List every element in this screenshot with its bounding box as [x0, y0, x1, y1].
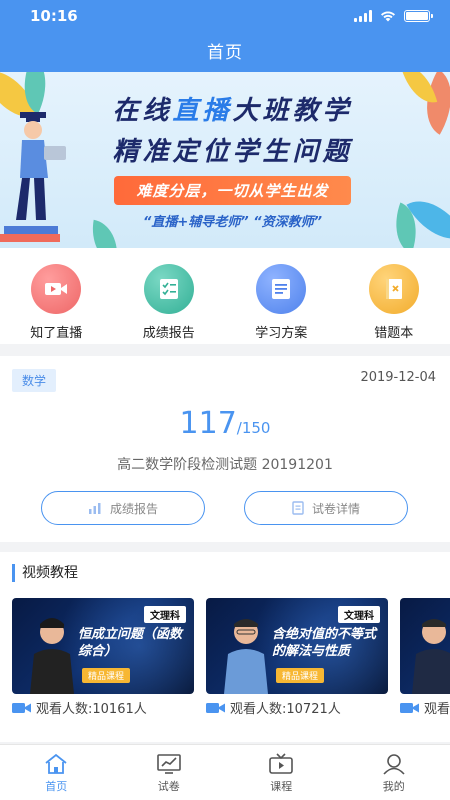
exam-detail-label: 试卷详情 [311, 501, 360, 516]
video-card[interactable]: 文理科 恒成立问题（函数综合） 精品课程 观看人数:10161人 [12, 598, 194, 717]
chart-icon [156, 754, 181, 774]
tab-courses[interactable]: 课程 [225, 745, 338, 800]
video-title: 恒成立问题（函数综合） [78, 627, 183, 659]
section-title: 视频教程 [12, 564, 78, 582]
bottom-tab-bar: 首页 试卷 课程 我的 [0, 744, 450, 800]
video-card[interactable]: 文理科 含绝对值的不等式的解法与性质 精品课程 观看人数:10721人 [206, 598, 388, 717]
top-bar: 10:16 首页 [0, 0, 450, 72]
video-views-text: 观看 [423, 702, 450, 717]
banner-pill: 难度分层，一切从学生出发 [114, 176, 351, 205]
tab-profile[interactable]: 我的 [338, 745, 450, 800]
video-thumbnail [400, 598, 450, 694]
score-report-label: 成绩报告 [109, 501, 158, 516]
video-card[interactable]: 观看 [400, 598, 450, 717]
tab-label: 课程 [270, 780, 293, 793]
error-book-icon [368, 264, 419, 314]
score-total: /150 [236, 419, 271, 437]
subject-tag: 数学 [12, 369, 57, 392]
bar-chart-icon [88, 503, 101, 514]
status-icons [354, 10, 433, 22]
quick-link-label: 学习方案 [255, 326, 308, 341]
quick-link-error-book[interactable]: 错题本 [338, 248, 450, 344]
page-title: 首页 [207, 43, 243, 63]
video-thumbnail: 文理科 恒成立问题（函数综合） 精品课程 [12, 598, 194, 694]
exam-name: 高二数学阶段检测试题 20191201 [117, 457, 333, 473]
video-views: 观看 [400, 698, 450, 717]
battery-icon [404, 10, 433, 22]
video-tutorials-section: 视频教程 文理科 恒成立问题（函数综合） 精品课程 观看人数:10161人 文理… [0, 552, 450, 742]
user-icon [383, 754, 405, 775]
promo-banner[interactable]: 在线直播大班教学 精准定位学生问题 难度分层，一切从学生出发 “直播+辅导老师”… [0, 72, 450, 248]
status-bar: 10:16 [0, 7, 450, 27]
tv-icon [269, 753, 294, 774]
document-icon [256, 264, 307, 314]
video-views-text: 观看人数:10161人 [36, 702, 147, 717]
score-card[interactable]: 数学 2019-12-04 117/150 高二数学阶段检测试题 2019120… [0, 356, 450, 542]
status-time: 10:16 [30, 7, 78, 25]
banner-tagline: “直播+辅导老师” “资深教师” [143, 215, 322, 230]
video-views: 观看人数:10721人 [206, 698, 388, 717]
video-camera-icon [31, 264, 82, 314]
quick-links: 知了直播 成绩报告 学习方案 错题本 [0, 248, 450, 344]
checklist-icon [143, 264, 194, 314]
quick-link-score-report[interactable]: 成绩报告 [113, 248, 226, 344]
tab-label: 试卷 [157, 780, 180, 793]
banner-text: 在线直播大班教学 精准定位学生问题 难度分层，一切从学生出发 “直播+辅导老师”… [80, 90, 385, 230]
student-illustration [0, 112, 66, 242]
tab-exams[interactable]: 试卷 [113, 745, 226, 800]
score-display: 117/150 [0, 406, 450, 441]
wifi-icon [381, 11, 395, 22]
video-title: 含绝对值的不等式的解法与性质 [272, 627, 377, 659]
video-views-text: 观看人数:10721人 [230, 702, 341, 717]
tab-label: 我的 [382, 780, 405, 793]
score-value: 117 [179, 406, 237, 441]
video-tag: 文理科 [144, 606, 186, 623]
teacher-image [412, 619, 450, 694]
video-camera-icon [206, 702, 225, 713]
video-tag: 文理科 [338, 606, 380, 623]
quick-link-label: 错题本 [374, 326, 414, 341]
document-icon [292, 501, 304, 515]
quick-link-label: 成绩报告 [142, 326, 195, 341]
exam-date: 2019-12-04 [360, 370, 436, 385]
video-camera-icon [12, 702, 31, 713]
score-report-button[interactable]: 成绩报告 [41, 491, 205, 525]
teacher-image [30, 618, 74, 694]
tab-home[interactable]: 首页 [0, 745, 113, 800]
quick-link-study-plan[interactable]: 学习方案 [225, 248, 338, 344]
quick-link-label: 知了直播 [30, 326, 83, 341]
signal-icon [354, 10, 372, 22]
banner-subheadline: 精准定位学生问题 [112, 137, 353, 167]
video-thumbnail: 文理科 含绝对值的不等式的解法与性质 精品课程 [206, 598, 388, 694]
video-badge: 精品课程 [82, 668, 131, 683]
quick-link-live[interactable]: 知了直播 [0, 248, 113, 344]
tab-label: 首页 [45, 780, 68, 793]
video-camera-icon [400, 702, 419, 713]
video-badge: 精品课程 [276, 668, 325, 683]
exam-detail-button[interactable]: 试卷详情 [244, 491, 408, 525]
banner-headline: 在线直播大班教学 [112, 96, 353, 126]
video-views: 观看人数:10161人 [12, 698, 194, 717]
teacher-image [224, 619, 268, 694]
home-icon [45, 753, 67, 774]
